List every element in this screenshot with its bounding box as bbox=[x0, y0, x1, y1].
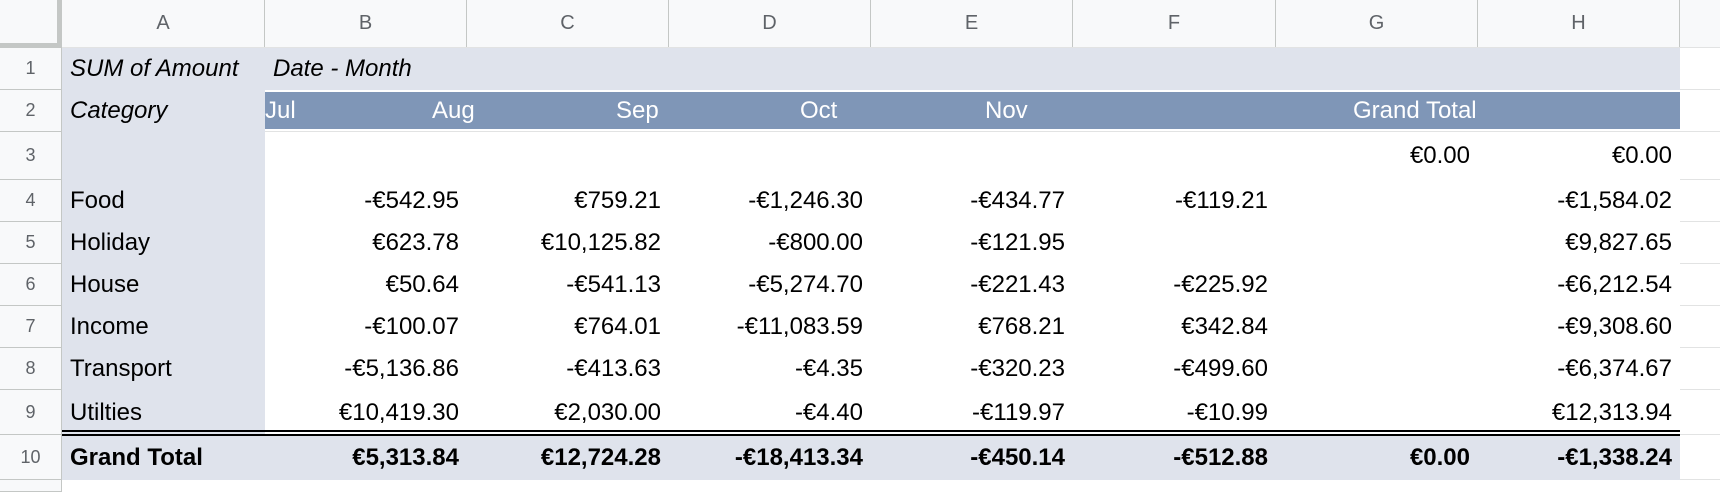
column-header-c[interactable]: C bbox=[467, 0, 669, 48]
value-cell[interactable]: -€9,308.60 bbox=[1478, 306, 1680, 348]
row-header-4[interactable]: 4 bbox=[0, 180, 62, 222]
value-cell[interactable]: €0.00 bbox=[1276, 132, 1478, 180]
value-cell[interactable]: €9,827.65 bbox=[1478, 222, 1680, 264]
row-header-1[interactable]: 1 bbox=[0, 48, 62, 90]
month-header-oct[interactable]: Oct bbox=[792, 90, 982, 132]
row-label[interactable]: House bbox=[62, 264, 265, 306]
column-header-filler bbox=[1680, 0, 1720, 48]
value-cell[interactable] bbox=[467, 132, 669, 180]
value-cell[interactable] bbox=[1276, 222, 1478, 264]
row-header-9[interactable]: 9 bbox=[0, 390, 62, 435]
value-cell[interactable] bbox=[1073, 222, 1276, 264]
column-header-a[interactable]: A bbox=[62, 0, 265, 48]
grand-total-value[interactable]: €12,724.28 bbox=[467, 435, 669, 480]
select-all-corner[interactable] bbox=[0, 0, 62, 48]
grand-total-value[interactable]: €5,313.84 bbox=[265, 435, 467, 480]
grand-total-value[interactable]: -€1,338.24 bbox=[1478, 435, 1680, 480]
row-label[interactable]: Utilties bbox=[62, 390, 265, 435]
value-cell[interactable]: €768.21 bbox=[871, 306, 1073, 348]
value-cell[interactable]: -€225.92 bbox=[1073, 264, 1276, 306]
row-label[interactable]: Transport bbox=[62, 348, 265, 390]
month-header-blank[interactable] bbox=[1161, 90, 1351, 132]
value-cell[interactable]: -€5,136.86 bbox=[265, 348, 467, 390]
grand-total-column-header[interactable]: Grand Total bbox=[1345, 90, 1535, 132]
grand-total-value[interactable]: -€18,413.34 bbox=[669, 435, 871, 480]
row-label[interactable]: Food bbox=[62, 180, 265, 222]
value-cell[interactable]: €2,030.00 bbox=[467, 390, 669, 435]
value-cell[interactable] bbox=[1276, 180, 1478, 222]
value-cell[interactable]: -€1,584.02 bbox=[1478, 180, 1680, 222]
row-label[interactable]: Income bbox=[62, 306, 265, 348]
row-header-partial[interactable] bbox=[0, 480, 62, 492]
row-label[interactable] bbox=[62, 132, 265, 180]
value-cell[interactable]: -€221.43 bbox=[871, 264, 1073, 306]
value-cell[interactable]: -€413.63 bbox=[467, 348, 669, 390]
grand-total-value[interactable]: -€450.14 bbox=[871, 435, 1073, 480]
month-header-sep[interactable]: Sep bbox=[608, 90, 798, 132]
value-cell[interactable]: -€4.35 bbox=[669, 348, 871, 390]
column-header-f[interactable]: F bbox=[1073, 0, 1276, 48]
value-cell[interactable]: €50.64 bbox=[265, 264, 467, 306]
value-cell[interactable]: -€4.40 bbox=[669, 390, 871, 435]
row-header-6[interactable]: 6 bbox=[0, 264, 62, 306]
value-cell[interactable]: -€320.23 bbox=[871, 348, 1073, 390]
value-cell[interactable]: -€100.07 bbox=[265, 306, 467, 348]
value-cell[interactable]: €0.00 bbox=[1478, 132, 1680, 180]
row-header-10[interactable]: 10 bbox=[0, 435, 62, 480]
value-cell[interactable]: -€6,212.54 bbox=[1478, 264, 1680, 306]
column-header-g[interactable]: G bbox=[1276, 0, 1478, 48]
value-cell[interactable] bbox=[265, 132, 467, 180]
column-header-d[interactable]: D bbox=[669, 0, 871, 48]
row-header-8[interactable]: 8 bbox=[0, 348, 62, 390]
value-cell[interactable]: -€541.13 bbox=[467, 264, 669, 306]
value-cell[interactable]: €10,419.30 bbox=[265, 390, 467, 435]
pivot-row-field[interactable]: Category bbox=[62, 90, 265, 132]
value-cell[interactable]: -€434.77 bbox=[871, 180, 1073, 222]
row-header-5[interactable]: 5 bbox=[0, 222, 62, 264]
value-cell[interactable]: -€119.21 bbox=[1073, 180, 1276, 222]
value-cell[interactable]: -€119.97 bbox=[871, 390, 1073, 435]
value-cell[interactable]: €12,313.94 bbox=[1478, 390, 1680, 435]
value-cell[interactable]: -€542.95 bbox=[265, 180, 467, 222]
row-header-7[interactable]: 7 bbox=[0, 306, 62, 348]
value-cell[interactable]: -€1,246.30 bbox=[669, 180, 871, 222]
grand-total-value[interactable]: €0.00 bbox=[1276, 435, 1478, 480]
column-header-h[interactable]: H bbox=[1478, 0, 1680, 48]
row-label[interactable]: Holiday bbox=[62, 222, 265, 264]
pivot-column-field[interactable]: Date - Month bbox=[265, 48, 669, 90]
value-cell[interactable]: -€10.99 bbox=[1073, 390, 1276, 435]
row-header-2[interactable]: 2 bbox=[0, 90, 62, 132]
column-header-e[interactable]: E bbox=[871, 0, 1073, 48]
month-header-nov[interactable]: Nov bbox=[977, 90, 1167, 132]
value-cell[interactable]: -€6,374.67 bbox=[1478, 348, 1680, 390]
value-cell[interactable] bbox=[1276, 348, 1478, 390]
month-header-aug[interactable]: Aug bbox=[424, 90, 614, 132]
value-cell[interactable]: -€800.00 bbox=[669, 222, 871, 264]
value-cell[interactable]: €342.84 bbox=[1073, 306, 1276, 348]
value-cell[interactable]: -€5,274.70 bbox=[669, 264, 871, 306]
value-cell[interactable]: €764.01 bbox=[467, 306, 669, 348]
pivot-value-label[interactable]: SUM of Amount bbox=[62, 48, 265, 90]
value-cell[interactable] bbox=[871, 132, 1073, 180]
column-header-b[interactable]: B bbox=[265, 0, 467, 48]
month-header-jul[interactable]: Jul bbox=[257, 90, 447, 132]
row-header-3[interactable]: 3 bbox=[0, 132, 62, 180]
value-cell[interactable]: €10,125.82 bbox=[467, 222, 669, 264]
value-cell[interactable]: -€121.95 bbox=[871, 222, 1073, 264]
value-cell[interactable] bbox=[1276, 390, 1478, 435]
value-cell[interactable] bbox=[1073, 132, 1276, 180]
value-cell[interactable]: -€11,083.59 bbox=[669, 306, 871, 348]
value-cell[interactable] bbox=[669, 132, 871, 180]
value-cell[interactable]: €759.21 bbox=[467, 180, 669, 222]
grand-total-value[interactable]: -€512.88 bbox=[1073, 435, 1276, 480]
value-cell[interactable] bbox=[1276, 264, 1478, 306]
value-cell[interactable] bbox=[1276, 306, 1478, 348]
value-cell[interactable]: -€499.60 bbox=[1073, 348, 1276, 390]
value-cell[interactable]: €623.78 bbox=[265, 222, 467, 264]
